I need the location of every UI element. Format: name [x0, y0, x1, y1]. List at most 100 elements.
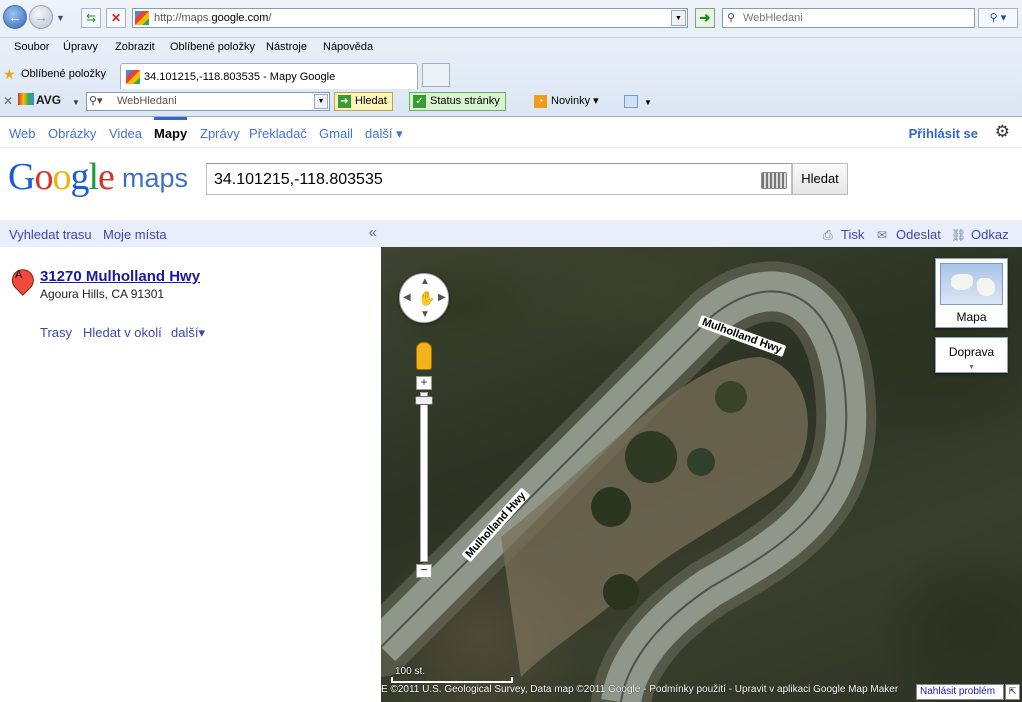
maps-search-input[interactable]: 34.101215,-118.803535 [206, 163, 792, 195]
result-trasy-link[interactable]: Trasy [40, 325, 72, 340]
moje-mista-link[interactable]: Moje místa [103, 227, 167, 242]
scale-label: 100 st. [395, 666, 426, 677]
avg-search-dropdown-icon[interactable]: ▼ [314, 94, 328, 109]
nav-dalsi[interactable]: další ▾ [365, 126, 403, 142]
nav-gmail[interactable]: Gmail [319, 126, 353, 141]
forward-button[interactable]: → [29, 5, 53, 29]
menu-upravy[interactable]: Úpravy [63, 41, 98, 53]
pan-down-icon[interactable]: ▼ [420, 309, 430, 320]
stop-button[interactable]: ✕ [106, 8, 126, 28]
traffic-button[interactable]: Doprava ▼ [935, 337, 1008, 373]
nav-obrazky[interactable]: Obrázky [48, 126, 96, 141]
nav-videa[interactable]: Videa [109, 126, 142, 141]
toolbar-extra-icon[interactable] [624, 95, 638, 108]
menu-napoveda[interactable]: Nápověda [323, 41, 373, 53]
keyboard-icon[interactable] [761, 172, 787, 189]
search-icon: ⚲ [727, 12, 736, 24]
pan-up-icon[interactable]: ▲ [420, 276, 430, 287]
tree-clump [715, 381, 747, 413]
map-type-label: Mapa [956, 310, 987, 324]
google-favicon-icon [126, 70, 140, 84]
result-title-link[interactable]: 31270 Mulholland Hwy [40, 268, 200, 285]
result-dalsi-link[interactable]: další▾ [171, 325, 205, 341]
pan-left-icon[interactable]: ◀ [403, 292, 411, 303]
close-toolbar-icon[interactable]: ✕ [3, 94, 13, 108]
avg-search-text: WebHledani [117, 95, 177, 107]
map-header: ⎙ Tisk ✉ Odeslat ⛓ Odkaz [381, 220, 1022, 247]
signin-link[interactable]: Přihlásit se [909, 126, 978, 141]
pegman-icon[interactable] [416, 342, 432, 370]
address-url[interactable]: http://maps.google.com/ [154, 12, 271, 24]
mail-icon[interactable]: ✉ [877, 228, 887, 242]
nav-prekladac[interactable]: Překladač [249, 126, 307, 141]
pan-right-icon[interactable]: ▶ [438, 292, 446, 303]
avg-search-input[interactable]: ⚲▾ WebHledani ▼ [86, 92, 330, 111]
menu-zobrazit[interactable]: Zobrazit [115, 41, 155, 53]
avg-logo[interactable]: AVG [18, 93, 68, 111]
zoom-in-button[interactable]: + [416, 376, 432, 390]
tree-clump [603, 574, 639, 610]
maps-search-button[interactable]: Hledat [792, 163, 848, 195]
browser-search-input[interactable]: ⚲ WebHledani [722, 8, 975, 28]
address-dropdown-icon[interactable]: ▼ [671, 10, 686, 26]
search-icon: ⚲▾ [89, 95, 103, 107]
go-button[interactable]: ➜ [695, 8, 715, 28]
zoom-slider-knob[interactable] [415, 396, 433, 405]
status-stranky-button[interactable]: ✓ Status stránky [409, 92, 506, 111]
resize-corner-icon[interactable]: ⇱ [1005, 684, 1020, 700]
address-bar[interactable]: http://maps.google.com/ ▼ [132, 8, 688, 28]
menu-oblibene[interactable]: Oblíbené položky [170, 41, 255, 53]
nav-zpravy[interactable]: Zprávy [200, 126, 240, 141]
tree-clump [687, 448, 715, 476]
left-panel-header: Vyhledat trasu Moje místa « [0, 220, 381, 247]
zoom-slider-track[interactable] [420, 392, 428, 562]
satellite-map[interactable]: ▲ ▼ ◀ ▶ ✋ + − Mapa Doprava ▼ Mulholland … [381, 247, 1022, 702]
result-marker-icon[interactable]: A [7, 264, 39, 303]
map-type-button[interactable]: Mapa [935, 258, 1008, 328]
history-dropdown-icon[interactable]: ▼ [56, 13, 65, 23]
result-hledat-v-okoli-link[interactable]: Hledat v okolí [83, 325, 162, 340]
odeslat-link[interactable]: Odeslat [896, 227, 941, 242]
favorites-label[interactable]: Oblíbené položky [21, 68, 106, 80]
tree-clump [591, 487, 631, 527]
browser-search-button[interactable]: ⚲ ▾ [978, 8, 1018, 28]
nav-web[interactable]: Web [9, 126, 36, 141]
pan-control[interactable]: ▲ ▼ ◀ ▶ ✋ [399, 273, 449, 323]
avg-dropdown-icon[interactable]: ▼ [72, 98, 80, 107]
world-map-icon [940, 263, 1003, 305]
rss-icon: ◔ [534, 95, 547, 108]
print-icon[interactable]: ⎙ [823, 228, 833, 243]
new-tab-button[interactable] [422, 63, 450, 87]
zoom-out-button[interactable]: − [416, 563, 432, 578]
tisk-link[interactable]: Tisk [841, 227, 864, 242]
arrow-icon: ➜ [338, 95, 351, 108]
odkaz-link[interactable]: Odkaz [971, 227, 1009, 242]
collapse-panel-icon[interactable]: « [369, 224, 377, 241]
zoom-control: + − [415, 342, 433, 578]
back-button[interactable]: ← [3, 5, 27, 29]
maps-search-query: 34.101215,-118.803535 [214, 171, 383, 188]
menu-bar: Soubor Úpravy Zobrazit Oblíbené položky … [0, 37, 1022, 59]
compatibility-refresh-button[interactable]: ⇆ [81, 8, 101, 28]
menu-nastroje[interactable]: Nástroje [266, 41, 307, 53]
nav-mapy[interactable]: Mapy [154, 117, 188, 141]
menu-soubor[interactable]: Soubor [14, 41, 49, 53]
gear-icon[interactable]: ⚙ [995, 122, 1010, 142]
favorites-row: ★ Oblíbené položky 34.101215,-118.803535… [0, 61, 1022, 89]
google-logo[interactable]: Google [8, 157, 115, 197]
traffic-dropdown-icon[interactable]: ▼ [936, 364, 1007, 371]
google-favicon-icon [135, 11, 149, 25]
google-nav-bar: Web Obrázky Videa Mapy Zprávy Překladač … [0, 117, 1022, 148]
logo-maps-text[interactable]: maps [122, 163, 188, 194]
report-problem-link[interactable]: Nahlásit problém [916, 684, 1004, 700]
favorites-star-icon[interactable]: ★ [3, 66, 16, 83]
browser-chrome: ← → ▼ ⇆ ✕ http://maps.google.com/ ▼ ➜ ⚲ … [0, 0, 1022, 117]
tree-clump [625, 431, 677, 483]
link-icon[interactable]: ⛓ [951, 228, 966, 242]
novinky-button[interactable]: ◔ Novinky ▾ [530, 92, 605, 111]
toolbar-extra-dropdown-icon[interactable]: ▼ [644, 98, 652, 107]
result-address: Agoura Hills, CA 91301 [40, 287, 165, 301]
vyhledat-trasu-link[interactable]: Vyhledat trasu [9, 227, 92, 242]
tab-active[interactable]: 34.101215,-118.803535 - Mapy Google [120, 63, 418, 89]
avg-hledat-button[interactable]: ➜ Hledat [334, 92, 393, 111]
